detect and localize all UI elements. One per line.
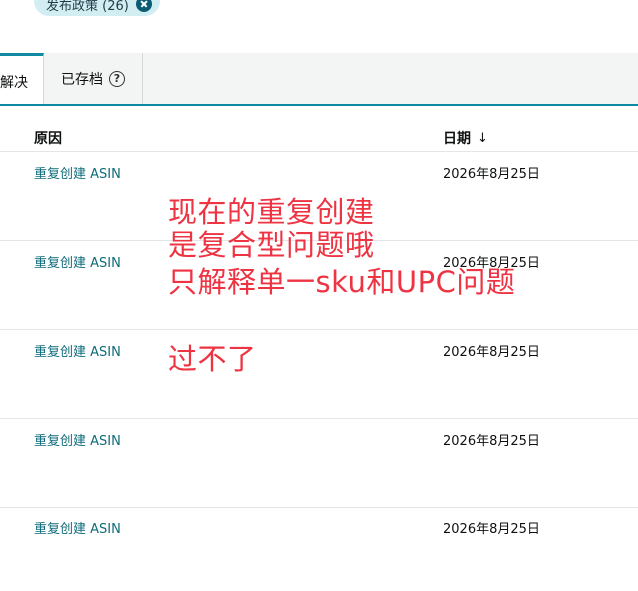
tab-underline — [0, 104, 638, 106]
tab-archived-label: 已存档 — [61, 71, 103, 88]
row-reason-link[interactable]: 重复创建 ASIN — [34, 518, 121, 537]
column-header-date-label: 日期 — [443, 131, 471, 147]
row-reason-link[interactable]: 重复创建 ASIN — [34, 252, 121, 271]
tab-archived[interactable]: 已存档 ? — [44, 53, 143, 104]
row-date: 2026年8月25日 — [443, 522, 540, 537]
tab-bar: 解决 已存档 ? — [0, 53, 638, 105]
annotation-line-3: 只解释单一sku和UPC问题 — [168, 265, 516, 299]
row-date: 2026年8月25日 — [443, 167, 540, 182]
filter-chip[interactable]: 发布政策 (26) — [34, 0, 160, 16]
annotation-line-1: 现在的重复创建 — [168, 195, 375, 229]
annotation-line-4: 过不了 — [168, 342, 257, 376]
tab-resolved-label: 解决 — [0, 75, 28, 91]
annotation-line-2: 是复合型问题哦 — [168, 228, 375, 262]
row-date: 2026年8月25日 — [443, 345, 540, 360]
sort-arrow-icon[interactable]: ↓ — [477, 131, 488, 146]
tab-resolved[interactable]: 解决 — [0, 53, 44, 105]
row-reason-link[interactable]: 重复创建 ASIN — [34, 163, 121, 182]
table-row: 重复创建 ASIN 2026年8月25日 — [0, 419, 638, 508]
page: 发布政策 (26) 解决 已存档 ? 原因 日期 ↓ 重复创建 ASIN 202… — [0, 0, 638, 591]
help-icon[interactable]: ? — [109, 70, 125, 87]
row-date: 2026年8月25日 — [443, 434, 540, 449]
table-row: 重复创建 ASIN 2026年8月25日 — [0, 507, 638, 591]
column-header-date[interactable]: 日期 ↓ — [443, 128, 488, 148]
row-reason-link[interactable]: 重复创建 ASIN — [34, 430, 121, 449]
column-header-reason-label: 原因 — [34, 131, 62, 147]
column-header-reason: 原因 — [34, 128, 62, 148]
table-row: 重复创建 ASIN 2026年8月25日 — [0, 330, 638, 419]
row-reason-link[interactable]: 重复创建 ASIN — [34, 341, 121, 360]
close-icon[interactable] — [135, 0, 152, 12]
filter-chip-label: 发布政策 (26) — [46, 0, 129, 14]
